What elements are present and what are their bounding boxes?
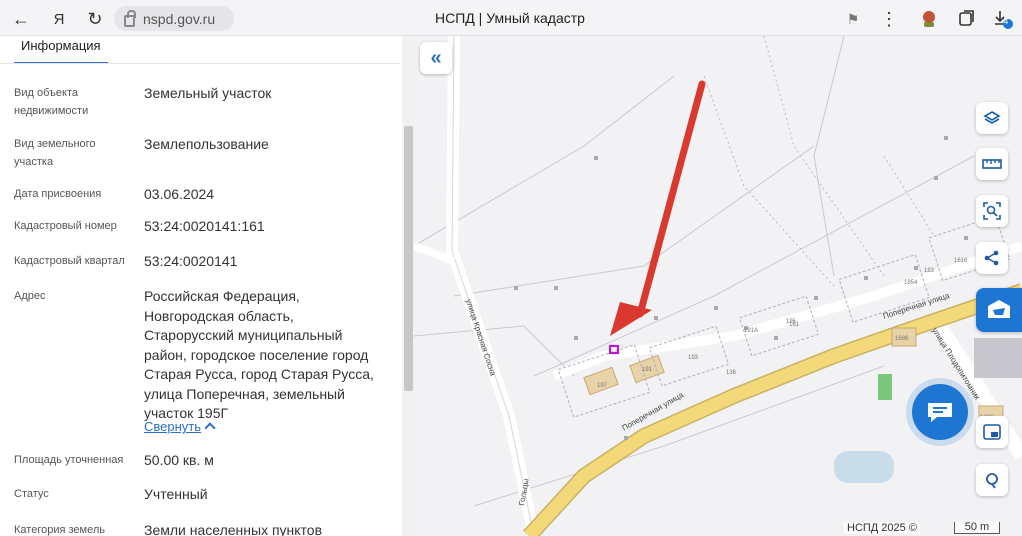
info-value: Земельный участок (144, 85, 272, 101)
parcel-number: 193 (688, 355, 699, 361)
reload-icon[interactable]: ↻ (82, 6, 108, 32)
map-area[interactable]: 197 191 193 191А 1854 183 161 136 195 16… (414, 36, 1022, 536)
pip-icon (983, 424, 1001, 440)
extension-icon[interactable] (916, 6, 942, 32)
cadastre-logo-icon (988, 300, 1010, 318)
parcel-number: 1854 (904, 280, 918, 286)
info-value: 53:24:0020141 (144, 253, 238, 269)
map-scale: 50 m (954, 522, 1000, 534)
info-value: 53:24:0020141:161 (144, 218, 265, 234)
info-label: Адрес (14, 290, 46, 302)
address-bar[interactable]: nspd.gov.ru (114, 6, 234, 31)
downloads-badge: 4 (1003, 17, 1009, 26)
info-label: Кадастровый квартал (14, 255, 125, 267)
water-pond (834, 451, 894, 483)
collapse-panel-button[interactable]: « (420, 42, 452, 74)
location-icon (986, 473, 998, 489)
parcel-number: 195 (786, 319, 797, 325)
area-search-icon (983, 202, 1001, 220)
tab-divider (0, 63, 400, 64)
parcel-number: 191А (744, 328, 758, 334)
annotation-arrow (636, 80, 706, 318)
info-value: Учтенный (144, 486, 208, 502)
browser-toolbar: ← Я ↻ nspd.gov.ru НСПД | Умный кадастр ⚑… (0, 0, 1022, 36)
map-copyright: НСПД 2025 © (844, 522, 920, 534)
parcel-number: 197 (597, 383, 608, 389)
grey-building (974, 338, 1022, 378)
layers-button[interactable] (976, 102, 1008, 134)
parcel-number: 1616 (954, 258, 968, 264)
info-label: Категория земель (14, 524, 105, 536)
dotted-lines (703, 36, 935, 287)
info-value: 50.00 кв. м (144, 452, 214, 468)
collapse-link[interactable]: Свернуть (144, 419, 201, 434)
info-value: 03.06.2024 (144, 186, 215, 202)
tab-information[interactable]: Информация (14, 38, 108, 64)
layers-icon (983, 111, 1001, 124)
info-label: Вид земельного участка (14, 138, 96, 168)
chat-icon (928, 403, 952, 422)
address-text: nspd.gov.ru (143, 10, 216, 27)
info-label: Площадь уточненная (14, 454, 124, 466)
info-label: Дата присвоения (14, 188, 102, 200)
share-button[interactable] (976, 242, 1008, 274)
scrollbar-thumb[interactable] (404, 126, 413, 391)
location-button[interactable] (976, 464, 1008, 496)
info-value: Землепользование (144, 136, 269, 152)
bookmark-icon[interactable]: ⚑ (840, 6, 866, 32)
parcel-number: 1686 (895, 336, 909, 342)
panel-scrollbar[interactable] (402, 36, 414, 536)
parcel-number: 136 (726, 370, 737, 376)
more-icon[interactable]: ⋮ (876, 6, 902, 32)
chat-button[interactable] (912, 384, 968, 440)
info-value: Российская Федерация, Новгородская облас… (144, 288, 374, 421)
parcel-number: 183 (924, 268, 935, 274)
double-chevron-left-icon: « (430, 46, 442, 69)
collections-icon[interactable] (954, 6, 980, 32)
lock-icon (124, 9, 136, 27)
map-canvas[interactable]: 197 191 193 191А 1854 183 161 136 195 16… (414, 36, 1022, 536)
info-label: Вид объекта недвижимости (14, 87, 89, 117)
green-area (878, 374, 892, 400)
info-label: Кадастровый номер (14, 220, 117, 232)
picture-in-picture-button[interactable] (976, 416, 1008, 448)
share-icon (984, 250, 999, 266)
ruler-icon (982, 159, 1002, 169)
smart-cadastre-button[interactable] (976, 288, 1022, 332)
annotation-arrow-head (610, 302, 652, 336)
measure-button[interactable] (976, 148, 1008, 180)
street-label: улица Красная Сосна (464, 298, 498, 378)
info-panel: Информация Вид объекта недвижимости Земе… (0, 36, 402, 536)
info-label: Статус (14, 488, 49, 500)
parcel-number: 191 (642, 367, 653, 373)
page-title: НСПД | Умный кадастр (435, 10, 585, 26)
chevron-up-icon[interactable] (204, 422, 216, 434)
yandex-icon[interactable]: Я (46, 6, 72, 32)
downloads-icon[interactable]: 4 (990, 6, 1016, 32)
back-arrow-icon[interactable]: ← (8, 6, 34, 32)
info-value: Земли населенных пунктов (144, 522, 323, 536)
area-search-button[interactable] (976, 195, 1008, 227)
